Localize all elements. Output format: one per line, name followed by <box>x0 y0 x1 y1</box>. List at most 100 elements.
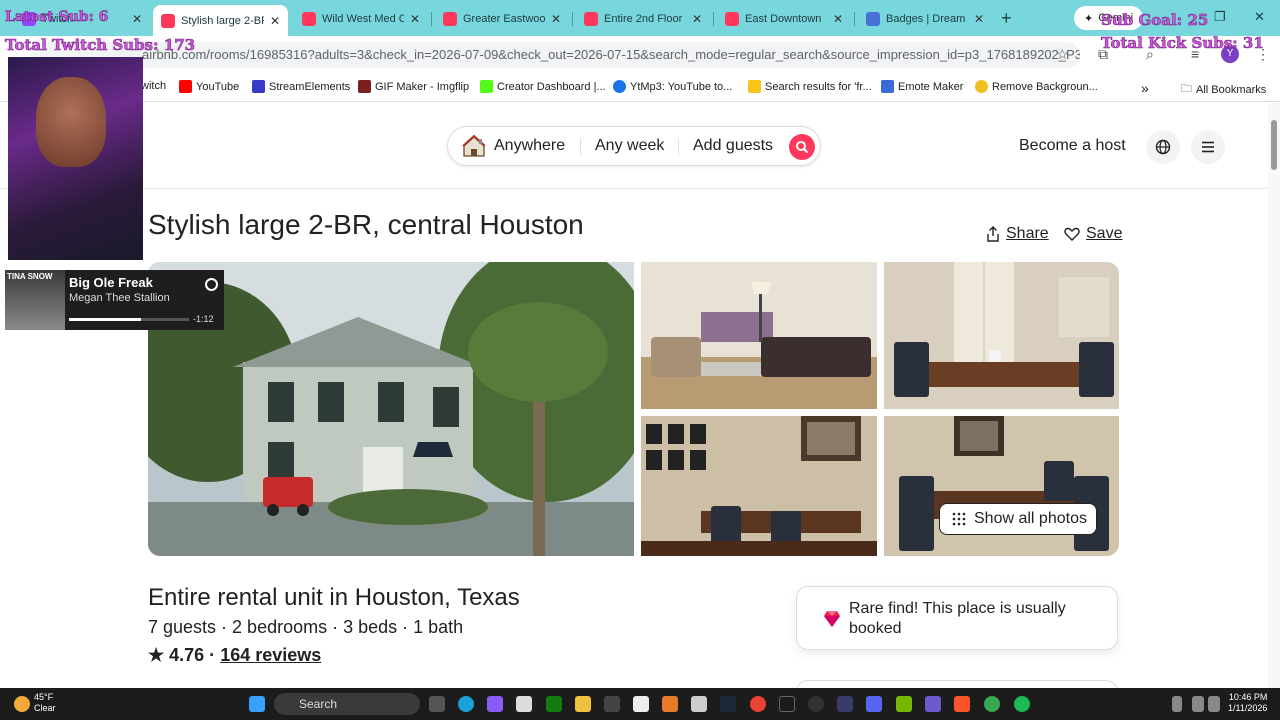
search-anywhere[interactable]: Anywhere <box>494 137 565 155</box>
xbox-icon[interactable] <box>546 696 562 712</box>
photo-dining-mirror[interactable] <box>641 416 877 556</box>
search-button[interactable] <box>789 134 815 160</box>
bookmark-creator-dashboard[interactable]: Creator Dashboard |... <box>480 80 606 93</box>
browser-tab-strip: Twitch ✕ Stylish large 2-BR ✕ Wild West … <box>0 0 1280 36</box>
streamelements-icon <box>252 80 265 93</box>
close-icon[interactable]: ✕ <box>692 12 702 26</box>
app-icon-3[interactable] <box>925 696 941 712</box>
photo-dining-chairs[interactable] <box>884 416 1119 556</box>
spotify-taskbar-icon[interactable] <box>1014 696 1030 712</box>
show-all-photos-button[interactable]: Show all photos <box>939 503 1097 535</box>
main-menu-button[interactable] <box>1191 130 1225 164</box>
close-icon[interactable]: ✕ <box>270 14 280 28</box>
search-add-guests[interactable]: Add guests <box>693 137 773 155</box>
window-close-icon[interactable]: ✕ <box>1254 9 1265 25</box>
weather-widget[interactable]: 45°F Clear <box>34 692 56 714</box>
close-icon[interactable]: ✕ <box>132 12 142 26</box>
listing-subtitle: Entire rental unit in Houston, Texas <box>148 584 520 611</box>
close-icon[interactable]: ✕ <box>551 12 561 26</box>
chevron-up-icon[interactable] <box>1150 700 1160 708</box>
discord-icon[interactable] <box>866 696 882 712</box>
all-bookmarks[interactable]: 🗀 All Bookmarks <box>1181 80 1266 99</box>
steam-icon[interactable] <box>720 696 736 712</box>
widgets-icon[interactable] <box>516 696 532 712</box>
windows-start-icon[interactable] <box>249 696 265 712</box>
listing-rating: ★ 4.76 · 164 reviews <box>148 645 321 666</box>
scrollbar-thumb[interactable] <box>1271 120 1277 170</box>
bookmark-label: GIF Maker - Imgflip <box>375 80 470 93</box>
album-art-text: TINA SNOW <box>7 272 53 281</box>
tab-entire-2nd-floor[interactable]: Entire 2nd Floor ✕ <box>576 6 710 32</box>
bookmark-label: Emote Maker <box>898 80 964 93</box>
language-button[interactable] <box>1146 130 1180 164</box>
bookmark-imgflip[interactable]: GIF Maker - Imgflip <box>358 80 469 93</box>
task-view-icon[interactable] <box>429 696 445 712</box>
airbnb-icon <box>302 12 316 26</box>
airbnb-icon <box>584 12 598 26</box>
bookmark-label: StreamElements <box>269 80 351 93</box>
file-explorer-icon[interactable] <box>575 696 591 712</box>
house-icon <box>462 135 486 157</box>
reviews-link[interactable]: 164 reviews <box>220 645 321 665</box>
tab-stylish-large[interactable]: Stylish large 2-BR ✕ <box>153 5 288 36</box>
photo-living-room[interactable] <box>641 262 877 409</box>
taskbar-search[interactable]: Search <box>274 693 420 715</box>
brave-icon[interactable] <box>954 696 970 712</box>
network-icon[interactable] <box>1192 696 1204 712</box>
photo-dining-room[interactable] <box>884 262 1119 409</box>
volume-icon[interactable] <box>1208 696 1220 712</box>
removebg-icon <box>975 80 988 93</box>
restore-icon[interactable]: ❐ <box>1214 9 1226 25</box>
mic-icon[interactable] <box>1172 696 1182 712</box>
new-tab-icon[interactable]: + <box>1001 8 1012 29</box>
bookmark-youtube[interactable]: YouTube <box>179 80 239 93</box>
search-icon <box>796 141 808 153</box>
app-icon-2[interactable] <box>837 696 853 712</box>
clock-time: 10:46 PM <box>1228 692 1268 702</box>
copilot-icon[interactable] <box>487 696 503 712</box>
bookmark-streamelements[interactable]: StreamElements <box>252 80 350 93</box>
share-label: Share <box>1006 225 1049 242</box>
store-icon[interactable] <box>604 696 620 712</box>
obs-icon[interactable] <box>808 696 824 712</box>
rare-find-card: Rare find! This place is usually booked <box>796 586 1118 650</box>
snipping-tool-icon[interactable] <box>691 696 707 712</box>
app-icon[interactable] <box>662 696 678 712</box>
spotify-icon <box>205 278 218 291</box>
save-button[interactable]: Save <box>1064 225 1122 243</box>
bookmark-ytmp3[interactable]: YtMp3: YouTube to... <box>613 80 732 93</box>
become-a-host-link[interactable]: Become a host <box>1019 137 1126 155</box>
clock-date: 1/11/2026 <box>1228 703 1268 713</box>
close-icon[interactable]: ✕ <box>974 12 984 26</box>
capcut-icon[interactable] <box>779 696 795 712</box>
webcam-overlay <box>8 57 143 260</box>
chevron-right-icon[interactable]: » <box>1141 80 1149 96</box>
bookmark-label: Search results for 'fr... <box>765 80 872 93</box>
search-any-week[interactable]: Any week <box>595 137 664 155</box>
close-icon[interactable]: ✕ <box>833 12 843 26</box>
youtube-icon <box>179 80 192 93</box>
chrome-profile-icon[interactable] <box>984 696 1000 712</box>
tab-east-downtown[interactable]: East Downtown ✕ <box>717 6 851 32</box>
bookmark-remove-background[interactable]: Remove Backgroun... <box>975 80 1098 93</box>
bookmark-twitch[interactable]: witch <box>141 80 166 92</box>
bookmark-emote-maker[interactable]: Emote Maker <box>881 80 963 93</box>
bookmark-label: Creator Dashboard |... <box>497 80 606 93</box>
bookmark-label: All Bookmarks <box>1196 83 1267 96</box>
save-label: Save <box>1086 225 1123 242</box>
tab-wild-west[interactable]: Wild West Med C ✕ <box>294 6 428 32</box>
edge-icon[interactable] <box>458 696 474 712</box>
scrollbar[interactable] <box>1268 103 1280 688</box>
nvidia-icon[interactable] <box>896 696 912 712</box>
close-icon[interactable]: ✕ <box>410 12 420 26</box>
tab-greater-eastwood[interactable]: Greater Eastwoo ✕ <box>435 6 569 32</box>
share-button[interactable]: Share <box>986 225 1049 243</box>
bookmark-search-results[interactable]: Search results for 'fr... <box>748 80 872 93</box>
bookmark-star-icon[interactable]: ☆ <box>1056 46 1069 63</box>
notepad-icon[interactable] <box>633 696 649 712</box>
search-bar[interactable]: Anywhere Any week Add guests <box>447 126 821 166</box>
taskbar-clock[interactable]: 10:46 PM 1/11/2026 <box>1228 692 1267 714</box>
tab-badges[interactable]: Badges | Dream ✕ <box>858 6 992 32</box>
chrome-icon[interactable] <box>750 696 766 712</box>
tab-label: Badges | Dream <box>886 13 966 25</box>
